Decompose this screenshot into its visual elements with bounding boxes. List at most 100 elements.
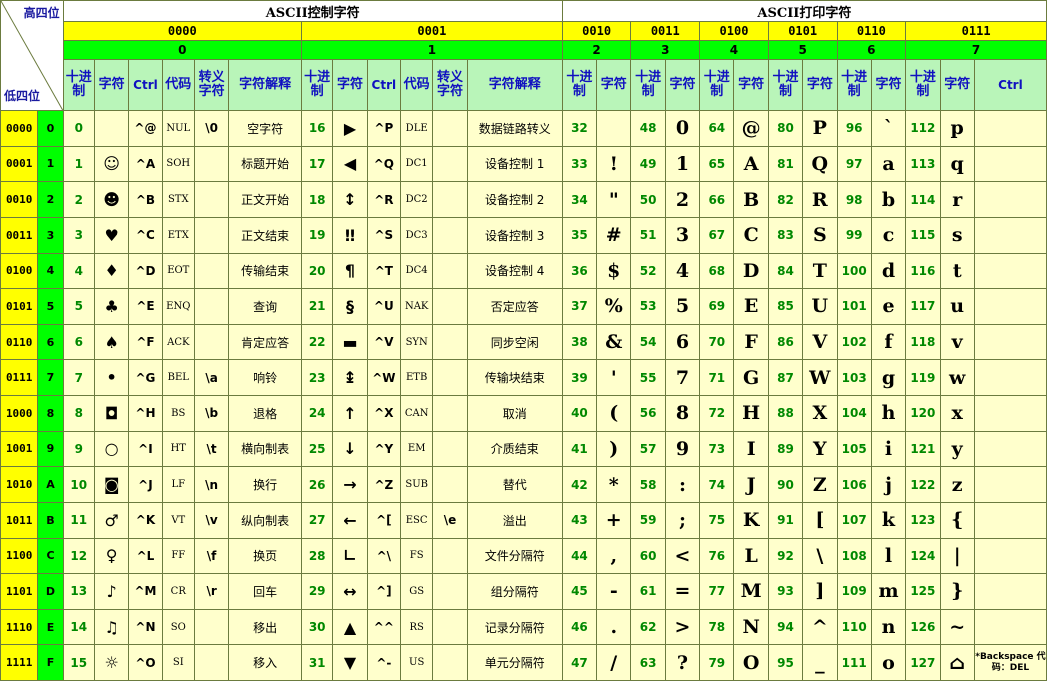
decimal-cell: 36	[561, 252, 598, 290]
char-cell: !	[596, 145, 632, 183]
decimal-cell: 40	[561, 395, 598, 432]
col-header-char: 字符	[664, 59, 701, 111]
decimal-cell: 5	[62, 288, 95, 325]
char-cell: ▼	[332, 644, 368, 681]
code-cell: HT	[161, 430, 195, 468]
decimal-cell: 56	[630, 395, 666, 432]
code-cell: ENQ	[161, 288, 195, 325]
code-cell: SOH	[161, 145, 195, 183]
meaning-cell: 同步空闲	[466, 323, 563, 361]
high-bits-header-5: 0101	[767, 21, 838, 41]
meaning-cell: 传输块结束	[466, 359, 563, 396]
decimal-cell: 115	[905, 216, 941, 254]
decimal-cell: 53	[630, 288, 666, 325]
decimal-cell: 93	[767, 573, 804, 610]
char-cell: ☻	[93, 181, 130, 218]
ctrl-cell	[973, 216, 1047, 254]
ctrl-cell: ^\	[366, 537, 402, 575]
decimal-cell: 62	[630, 608, 666, 646]
escape-cell	[193, 216, 230, 254]
decimal-cell: 105	[836, 430, 872, 468]
code-cell: SUB	[399, 466, 434, 503]
decimal-cell: 31	[301, 644, 334, 681]
escape-cell: \b	[193, 395, 230, 432]
row-low-bits: 1000	[0, 395, 39, 432]
char-cell: ∟	[332, 537, 368, 575]
table-row: 0100 4 4 ♦ ^D EOT 传输结束 20 ¶ ^T DC4 设备控制 4 36 $52 4 68 D 8…	[0, 252, 1047, 290]
col-header-decimal: 十进制	[301, 59, 334, 111]
decimal-cell: 67	[699, 216, 735, 254]
code-cell: EOT	[161, 252, 195, 290]
decimal-cell: 58	[630, 466, 666, 503]
col-header-char: 字符	[93, 59, 130, 111]
escape-cell: \t	[193, 430, 230, 468]
code-cell: CR	[161, 573, 195, 610]
ctrl-cell: ^Y	[366, 430, 402, 468]
ctrl-cell: ^Z	[366, 466, 402, 503]
decimal-cell: 47	[561, 644, 598, 681]
char-cell: ↨	[332, 359, 368, 396]
ctrl-cell: ^S	[366, 216, 402, 254]
ctrl-cell: ^K	[128, 501, 163, 539]
char-cell: D	[733, 252, 769, 290]
ctrl-cell: ^B	[128, 181, 163, 218]
code-cell: SO	[161, 608, 195, 646]
decimal-cell: 121	[905, 430, 941, 468]
row-low-hex: B	[37, 501, 64, 539]
char-cell: ♣	[93, 288, 130, 325]
decimal-cell: 4	[62, 252, 95, 290]
row-low-hex: F	[37, 644, 64, 681]
escape-cell	[432, 537, 468, 575]
high-hex-header-3: 3	[630, 40, 701, 60]
escape-cell	[193, 323, 230, 361]
char-cell: v	[939, 323, 975, 361]
escape-cell	[432, 252, 468, 290]
char-cell: X	[802, 395, 838, 432]
char-cell: C	[733, 216, 769, 254]
decimal-cell: 63	[630, 644, 666, 681]
char-cell: ♥	[93, 216, 130, 254]
ctrl-cell: ^W	[366, 359, 402, 396]
high-hex-header-2: 2	[561, 40, 632, 60]
char-cell: O	[733, 644, 769, 681]
code-cell: NAK	[399, 288, 434, 325]
col-header-ctrl: Ctrl	[366, 59, 402, 111]
decimal-cell: 75	[699, 501, 735, 539]
decimal-cell: 21	[301, 288, 334, 325]
meaning-cell: 响铃	[228, 359, 303, 396]
escape-cell	[193, 608, 230, 646]
decimal-cell: 13	[62, 573, 95, 610]
char-cell: J	[733, 466, 769, 503]
high-bits-header-0: 0000	[62, 21, 303, 41]
ctrl-cell	[973, 181, 1047, 218]
code-cell: ACK	[161, 323, 195, 361]
char-cell: e	[870, 288, 907, 325]
decimal-cell: 99	[836, 216, 872, 254]
decimal-cell: 124	[905, 537, 941, 575]
row-low-hex: D	[37, 573, 64, 610]
decimal-cell: 117	[905, 288, 941, 325]
decimal-cell: 100	[836, 252, 872, 290]
char-cell: _	[802, 644, 838, 681]
row-low-bits: 0111	[0, 359, 39, 396]
control-chars-group-header: ASCII控制字符	[62, 0, 563, 22]
high-bits-header-2: 0010	[561, 21, 632, 41]
decimal-cell: 43	[561, 501, 598, 539]
char-cell: ♦	[93, 252, 130, 290]
ctrl-cell: ^V	[366, 323, 402, 361]
char-cell: q	[939, 145, 975, 183]
code-cell: DC2	[399, 181, 434, 218]
ctrl-cell: ^I	[128, 430, 163, 468]
row-low-bits: 0000	[0, 110, 39, 147]
table-row: 1001 9 9 ○ ^I HT \t 横向制表 25 ↓ ^Y EM 介质结束 41) 57 9 73 I 89 Y…	[0, 430, 1047, 468]
decimal-cell: 118	[905, 323, 941, 361]
char-cell: ♂	[93, 501, 130, 539]
high-bits-header-7: 0111	[905, 21, 1047, 41]
char-cell: ▬	[332, 323, 368, 361]
decimal-cell: 112	[905, 110, 941, 147]
ascii-table: 高四位 低四位 ASCII控制字符 ASCII打印字符 0000 0001 00…	[0, 0, 1047, 681]
char-cell: ♫	[93, 608, 130, 646]
ctrl-cell: ^C	[128, 216, 163, 254]
char-cell: 8	[664, 395, 701, 432]
char-cell: 9	[664, 430, 701, 468]
